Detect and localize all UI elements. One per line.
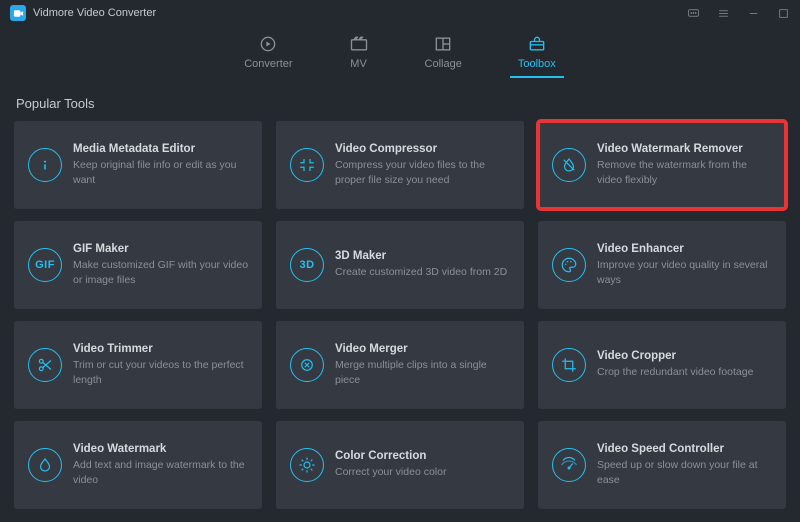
tool-card-body: Media Metadata Editor Keep original file … (73, 143, 250, 186)
tool-card-body: 3D Maker Create customized 3D video from … (335, 250, 507, 279)
no-watermark-icon (552, 148, 586, 182)
tool-card-body: Color Correction Correct your video color (335, 450, 446, 479)
tool-title: Color Correction (335, 450, 446, 462)
sun-icon (290, 448, 324, 482)
menu-icon[interactable] (716, 6, 730, 20)
merge-icon (290, 348, 324, 382)
tool-card-media-metadata-editor[interactable]: Media Metadata Editor Keep original file … (14, 121, 262, 209)
3d-icon: 3D (290, 248, 324, 282)
tool-desc: Create customized 3D video from 2D (335, 265, 507, 279)
tool-desc: Merge multiple clips into a single piece (335, 358, 512, 386)
tool-title: Video Trimmer (73, 343, 250, 355)
tool-card-body: Video Speed Controller Speed up or slow d… (597, 443, 774, 486)
tab-label: MV (350, 58, 367, 70)
tool-title: Video Speed Controller (597, 443, 774, 455)
tool-card-video-speed-controller[interactable]: Video Speed Controller Speed up or slow d… (538, 421, 786, 509)
tab-converter[interactable]: Converter (244, 34, 292, 78)
tool-title: Video Merger (335, 343, 512, 355)
tab-label: Converter (244, 58, 292, 70)
tool-title: GIF Maker (73, 243, 250, 255)
tool-title: Video Enhancer (597, 243, 774, 255)
tool-card-video-merger[interactable]: Video Merger Merge multiple clips into a … (276, 321, 524, 409)
tool-title: Video Watermark Remover (597, 143, 774, 155)
scissors-icon (28, 348, 62, 382)
app-icon (10, 5, 26, 21)
speedometer-icon (552, 448, 586, 482)
tool-card-body: Video Compressor Compress your video file… (335, 143, 512, 186)
tool-card-video-cropper[interactable]: Video Cropper Crop the redundant video fo… (538, 321, 786, 409)
section-title: Popular Tools (16, 96, 786, 111)
title-bar: Vidmore Video Converter (0, 0, 800, 26)
tool-desc: Speed up or slow down your file at ease (597, 458, 774, 486)
compress-icon (290, 148, 324, 182)
mv-icon (349, 34, 369, 54)
tab-label: Collage (425, 58, 462, 70)
watermark-icon (28, 448, 62, 482)
info-icon (28, 148, 62, 182)
converter-icon (258, 34, 278, 54)
tab-label: Toolbox (518, 58, 556, 70)
window-controls (686, 6, 790, 20)
content: Popular Tools Media Metadata Editor Keep … (0, 84, 800, 519)
crop-icon (552, 348, 586, 382)
tool-card-gif-maker[interactable]: GIF GIF Maker Make customized GIF with you… (14, 221, 262, 309)
tool-card-video-trimmer[interactable]: Video Trimmer Trim or cut your videos to … (14, 321, 262, 409)
tool-card-color-correction[interactable]: Color Correction Correct your video color (276, 421, 524, 509)
tool-card-3d-maker[interactable]: 3D 3D Maker Create customized 3D video fro… (276, 221, 524, 309)
gif-icon: GIF (28, 248, 62, 282)
palette-icon (552, 248, 586, 282)
tool-card-video-watermark-remover[interactable]: Video Watermark Remover Remove the waterm… (538, 121, 786, 209)
toolbox-icon (527, 34, 547, 54)
tool-title: Media Metadata Editor (73, 143, 250, 155)
tool-card-body: Video Merger Merge multiple clips into a … (335, 343, 512, 386)
tool-desc: Keep original file info or edit as you w… (73, 158, 250, 186)
tool-title: Video Cropper (597, 350, 753, 362)
tool-card-body: Video Watermark Remover Remove the waterm… (597, 143, 774, 186)
main-nav: Converter MV Collage Toolbox (0, 26, 800, 84)
maximize-icon[interactable] (776, 6, 790, 20)
tool-card-video-watermark[interactable]: Video Watermark Add text and image waterm… (14, 421, 262, 509)
tool-desc: Correct your video color (335, 465, 446, 479)
tool-title: 3D Maker (335, 250, 507, 262)
tool-card-body: Video Watermark Add text and image waterm… (73, 443, 250, 486)
tool-title: Video Watermark (73, 443, 250, 455)
tool-desc: Remove the watermark from the video flex… (597, 158, 774, 186)
tool-card-body: Video Trimmer Trim or cut your videos to … (73, 343, 250, 386)
tool-desc: Improve your video quality in several wa… (597, 258, 774, 286)
app-title: Vidmore Video Converter (33, 7, 156, 19)
tool-card-body: Video Enhancer Improve your video quality… (597, 243, 774, 286)
tool-desc: Crop the redundant video footage (597, 365, 753, 379)
collage-icon (433, 34, 453, 54)
tool-card-video-compressor[interactable]: Video Compressor Compress your video file… (276, 121, 524, 209)
tab-toolbox[interactable]: Toolbox (518, 34, 556, 78)
tab-mv[interactable]: MV (349, 34, 369, 78)
feedback-icon[interactable] (686, 6, 700, 20)
tool-title: Video Compressor (335, 143, 512, 155)
tool-desc: Add text and image watermark to the vide… (73, 458, 250, 486)
tool-desc: Make customized GIF with your video or i… (73, 258, 250, 286)
tools-grid: Media Metadata Editor Keep original file … (14, 121, 786, 509)
tool-card-video-enhancer[interactable]: Video Enhancer Improve your video quality… (538, 221, 786, 309)
tool-desc: Trim or cut your videos to the perfect l… (73, 358, 250, 386)
minimize-icon[interactable] (746, 6, 760, 20)
tab-collage[interactable]: Collage (425, 34, 462, 78)
tool-card-body: GIF Maker Make customized GIF with your v… (73, 243, 250, 286)
tool-card-body: Video Cropper Crop the redundant video fo… (597, 350, 753, 379)
tool-desc: Compress your video files to the proper … (335, 158, 512, 186)
